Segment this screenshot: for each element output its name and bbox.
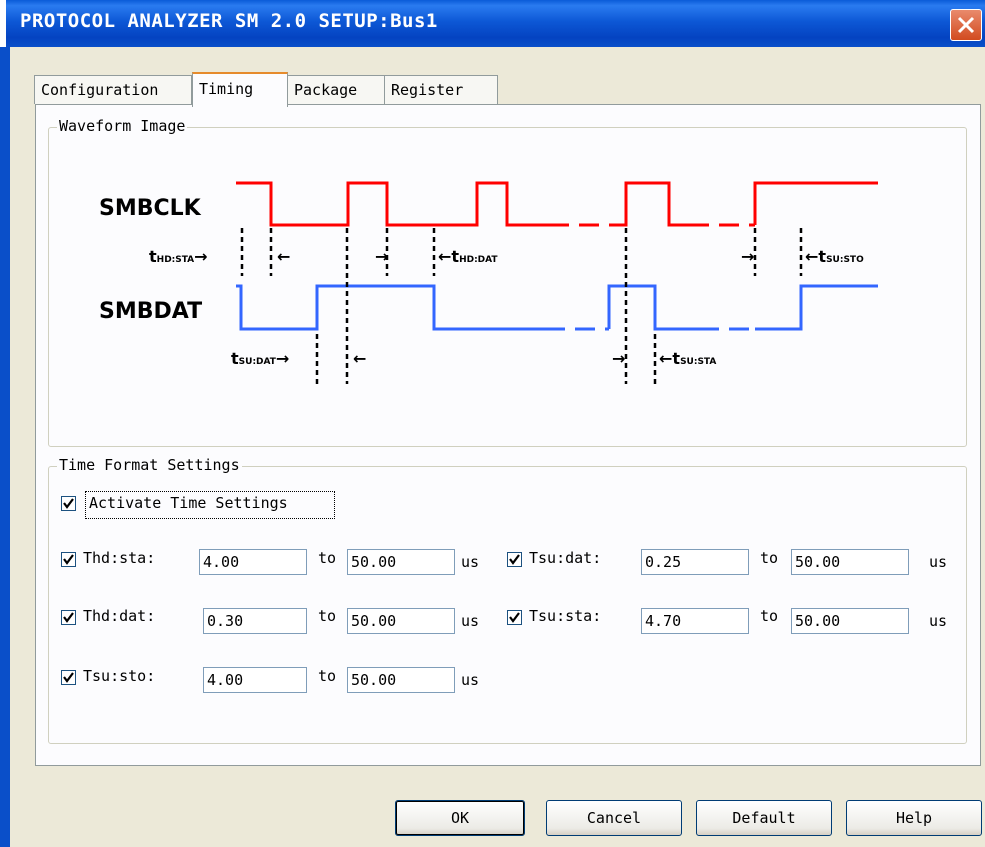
- smbdat-label: SMBDAT: [99, 299, 202, 324]
- svg-text:←tSU:STA: ←tSU:STA: [659, 349, 716, 368]
- tsu-dat-unit: us: [929, 553, 948, 571]
- svg-text:→: →: [741, 247, 754, 266]
- tsu-sta-min-field[interactable]: 4.70: [641, 608, 749, 634]
- check-icon: [509, 554, 520, 565]
- smbclk-waveform-3: [753, 181, 878, 225]
- thd-sta-max-field[interactable]: 50.00: [347, 549, 455, 575]
- tsu-sta-label: Tsu:sta:: [529, 607, 602, 625]
- close-icon: [957, 16, 975, 34]
- smbdat-waveform-3: [755, 284, 878, 331]
- ok-button[interactable]: OK: [395, 800, 525, 836]
- thd-dat-label: Thd:dat:: [83, 607, 156, 625]
- cancel-button[interactable]: Cancel: [546, 800, 682, 836]
- activate-time-label[interactable]: Activate Time Settings: [89, 494, 288, 512]
- thd-sta-checkbox[interactable]: [61, 552, 76, 567]
- waveform-group: Waveform Image SMBCLK SMBDAT tHD:STA→ ← …: [48, 117, 967, 447]
- tab-package[interactable]: Package: [287, 75, 385, 104]
- smbclk-waveform: [236, 181, 549, 227]
- thd-dat-max-field[interactable]: 50.00: [347, 608, 455, 634]
- svg-text:tSU:DAT→: tSU:DAT→: [231, 349, 289, 368]
- tsu-sto-max-field[interactable]: 50.00: [347, 667, 455, 693]
- svg-text:→: →: [612, 349, 625, 368]
- tsu-dat-max-field[interactable]: 50.00: [791, 549, 909, 575]
- smbclk-waveform-2: [609, 181, 689, 227]
- waveform-diagram: SMBCLK SMBDAT tHD:STA→ ← → ←tHD:DAT → ←t…: [99, 181, 878, 384]
- tsu-sto-label: Tsu:sto:: [83, 667, 156, 685]
- svg-text:←: ←: [277, 247, 290, 266]
- thd-sta-min-field[interactable]: 4.00: [199, 549, 307, 575]
- check-icon: [63, 498, 74, 509]
- help-button[interactable]: Help: [846, 800, 982, 836]
- svg-text:←tSU:STO: ←tSU:STO: [805, 247, 864, 266]
- tsu-sta-unit: us: [929, 612, 948, 630]
- check-icon: [63, 554, 74, 565]
- tsu-sto-checkbox[interactable]: [61, 670, 76, 685]
- tsu-sto-unit: us: [461, 671, 480, 689]
- window-border: [0, 47, 10, 847]
- thd-dat-min-field[interactable]: 0.30: [203, 608, 307, 634]
- thd-sta-label: Thd:sta:: [83, 549, 156, 567]
- timing-markers: [240, 228, 803, 384]
- tsu-dat-checkbox[interactable]: [507, 552, 522, 567]
- svg-text:←: ←: [353, 349, 366, 368]
- thd-dat-to-label: to: [318, 607, 337, 625]
- tsu-sto-min-field[interactable]: 4.00: [203, 667, 307, 693]
- timing-panel: Waveform Image SMBCLK SMBDAT tHD:STA→ ← …: [35, 104, 981, 766]
- tab-configuration[interactable]: Configuration: [34, 75, 192, 104]
- setup-dialog: PROTOCOL ANALYZER SM 2.0 SETUP:Bus1 Conf…: [0, 0, 985, 847]
- default-button[interactable]: Default: [696, 800, 832, 836]
- tsu-dat-label: Tsu:dat:: [529, 549, 602, 567]
- tsu-dat-min-field[interactable]: 0.25: [641, 549, 749, 575]
- close-button[interactable]: [950, 9, 982, 41]
- thd-dat-checkbox[interactable]: [61, 610, 76, 625]
- tsu-sta-checkbox[interactable]: [507, 610, 522, 625]
- thd-sta-unit: us: [461, 553, 480, 571]
- tsu-sta-max-field[interactable]: 50.00: [791, 608, 909, 634]
- title-bar[interactable]: PROTOCOL ANALYZER SM 2.0 SETUP:Bus1: [6, 0, 985, 47]
- window-title: PROTOCOL ANALYZER SM 2.0 SETUP:Bus1: [20, 10, 438, 32]
- smbdat-waveform-2: [607, 284, 699, 331]
- tab-timing[interactable]: Timing: [192, 72, 288, 107]
- check-icon: [63, 612, 74, 623]
- svg-text:→: →: [375, 247, 388, 266]
- smbdat-waveform: [236, 284, 545, 331]
- time-settings-legend: Time Format Settings: [57, 456, 242, 474]
- svg-text:tHD:STA→: tHD:STA→: [149, 247, 208, 266]
- check-icon: [63, 672, 74, 683]
- thd-sta-to-label: to: [318, 549, 337, 567]
- tsu-sto-to-label: to: [318, 667, 337, 685]
- tsu-dat-to-label: to: [760, 549, 779, 567]
- timing-annotations: tHD:STA→ ← → ←tHD:DAT → ←tSU:STO tSU:DAT…: [149, 247, 864, 368]
- tab-register[interactable]: Register: [384, 75, 498, 104]
- check-icon: [509, 612, 520, 623]
- time-settings-group: Time Format Settings Activate Time Setti…: [48, 456, 967, 744]
- svg-text:←tHD:DAT: ←tHD:DAT: [438, 247, 498, 266]
- smbclk-label: SMBCLK: [99, 196, 202, 221]
- tsu-sta-to-label: to: [760, 607, 779, 625]
- activate-time-checkbox[interactable]: [61, 496, 76, 511]
- thd-dat-unit: us: [461, 612, 480, 630]
